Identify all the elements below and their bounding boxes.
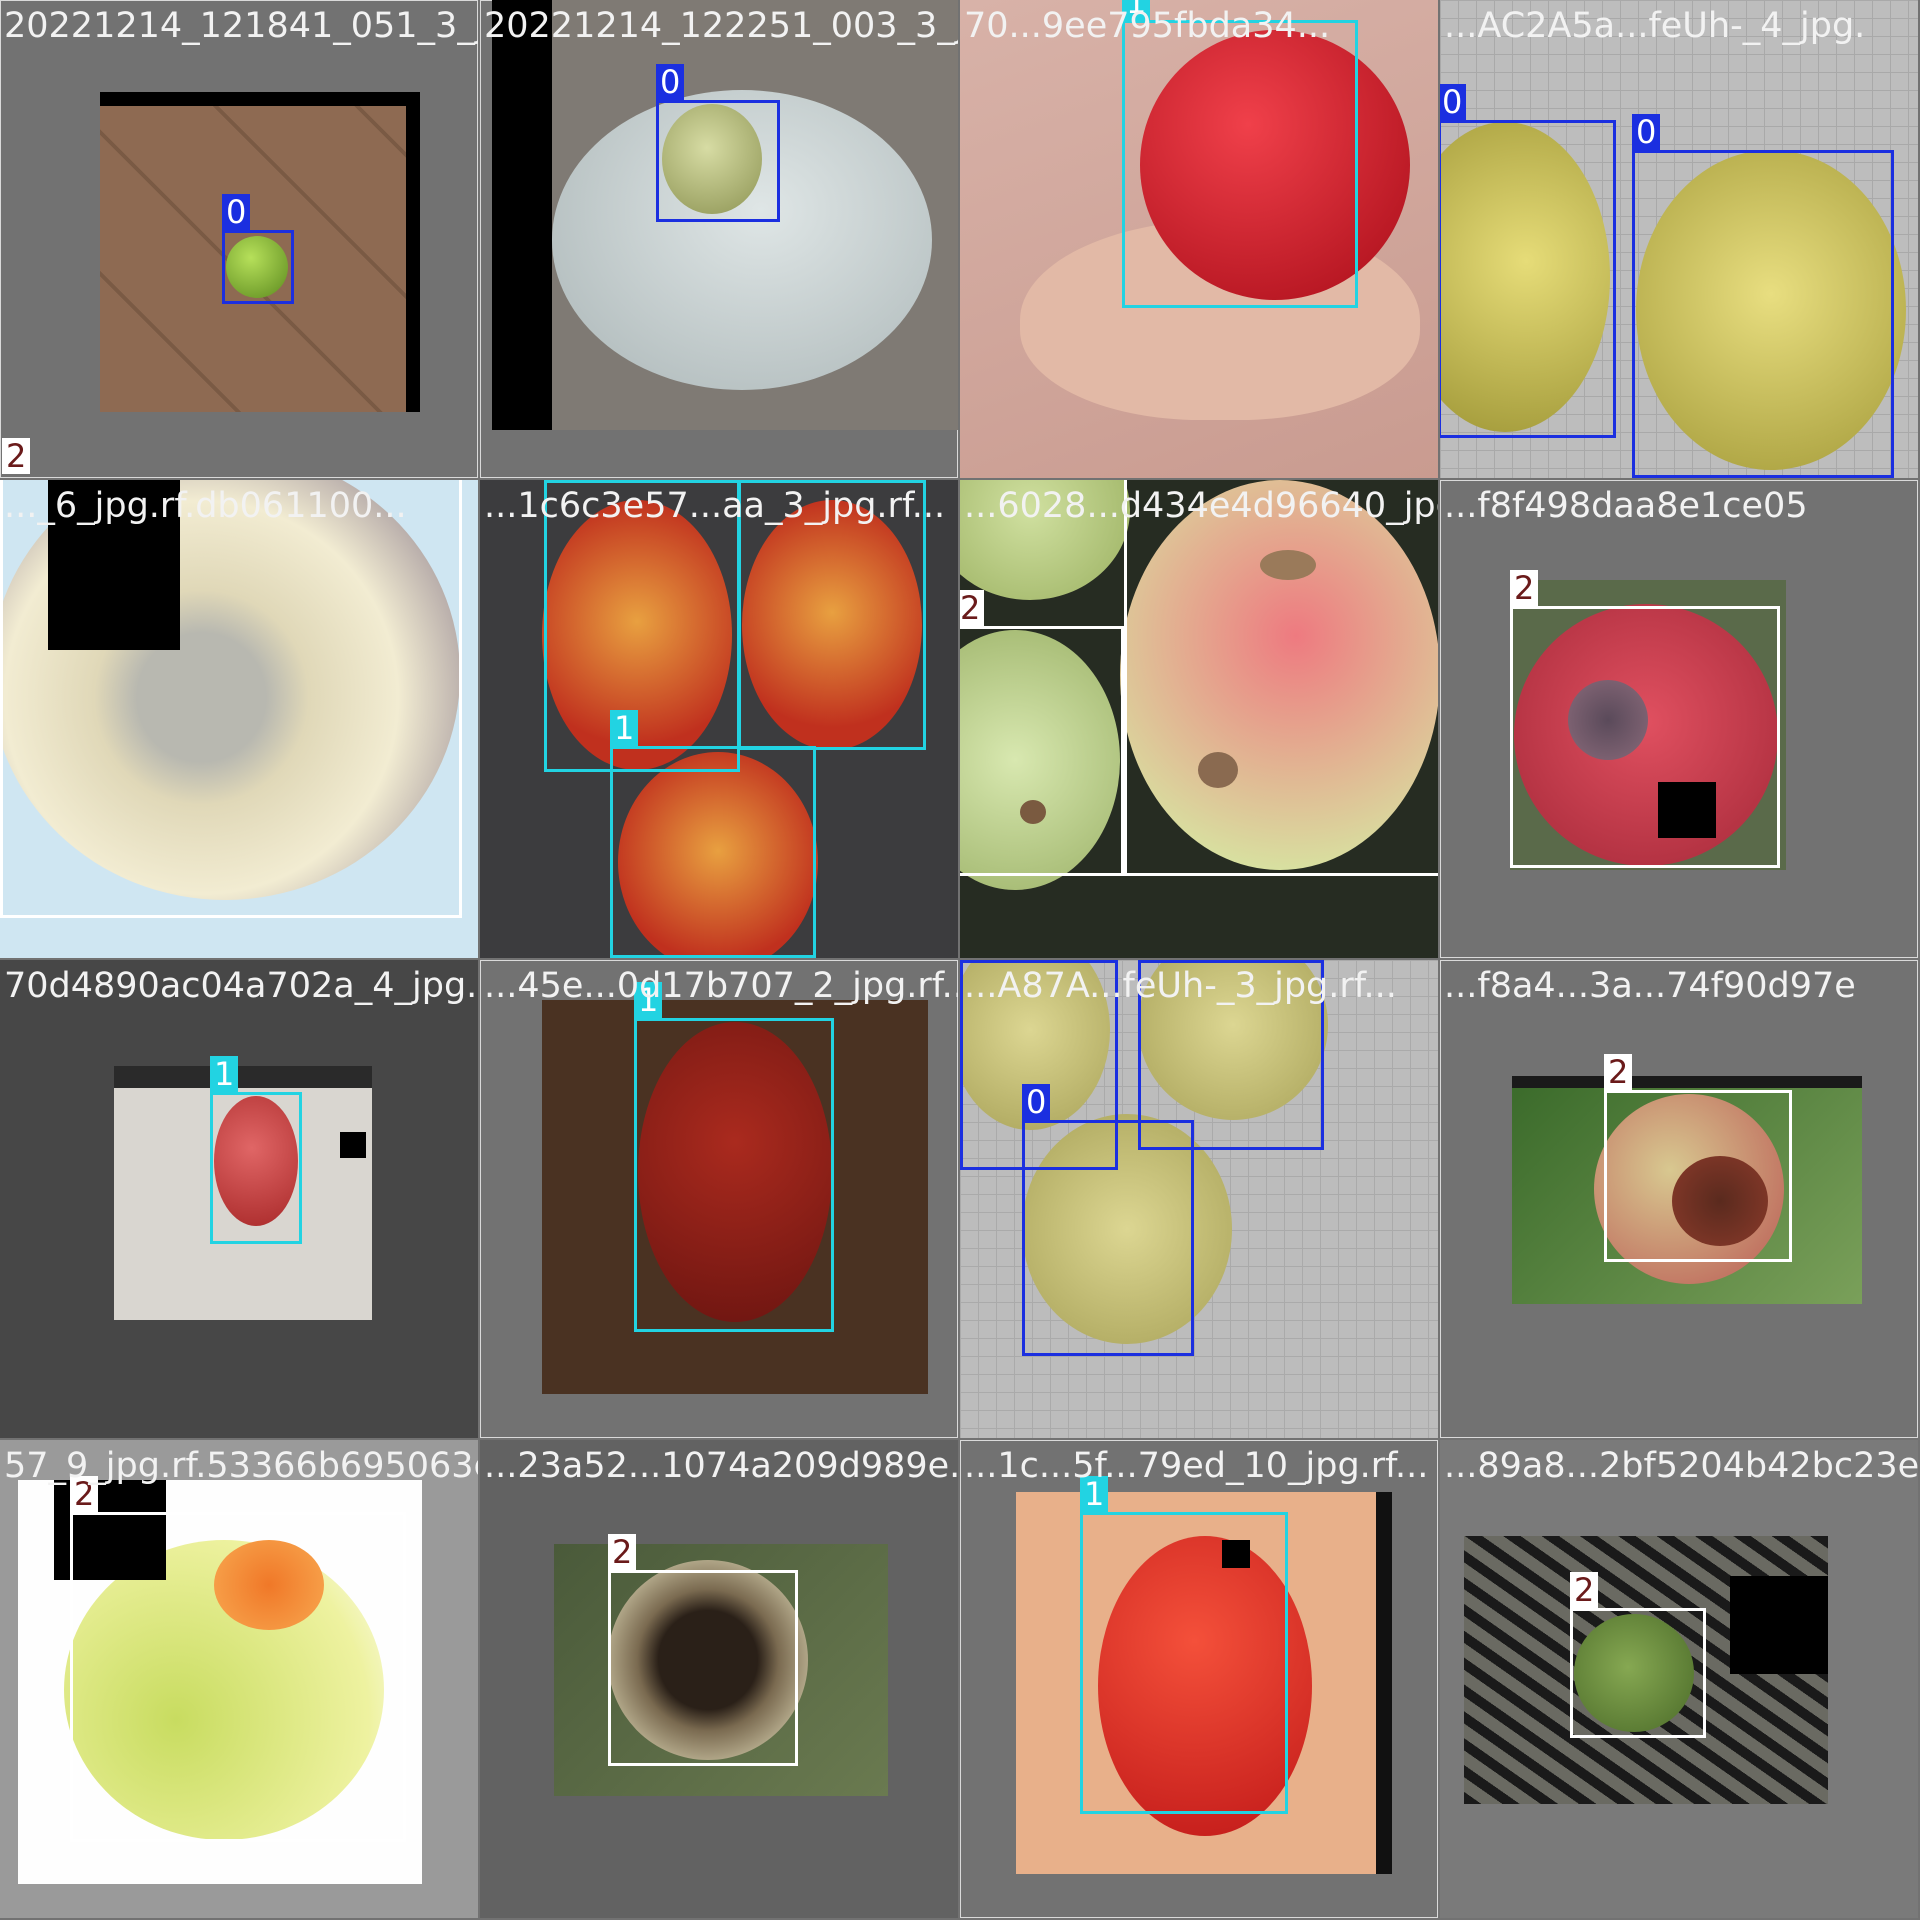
image-filename: ...45e...0d17b707_2_jpg.rf... (484, 966, 958, 1006)
bbox-label: 2 (2, 438, 31, 474)
image-filename: 70d4890ac04a702a_4_jpg.rf... (4, 966, 478, 1006)
bbox-class-0: 0 (1022, 1084, 1194, 1356)
image-filename: ...AC2A5a...feUh-_4_jpg. (1444, 6, 1866, 46)
bbox-class-2: 2 (608, 1534, 798, 1766)
cutout-occlusion (340, 1132, 366, 1158)
bbox-class-1: 1 (1080, 1476, 1288, 1814)
image-filename: ..._6_jpg.rf.db061100... (4, 486, 407, 526)
image-filename: ...f8a4...3a...74f90d97e (1444, 966, 1856, 1006)
image-filename: ...23a52...1074a209d989e... (484, 1446, 958, 1486)
bbox-class-1: 1 (210, 1056, 302, 1244)
bbox-class-1: 1 (1122, 0, 1358, 308)
bbox-class-2: 2 (70, 1476, 406, 1842)
bbox-label: 2 (1570, 1572, 1599, 1608)
bbox-label: 2 (960, 590, 985, 626)
bbox-class-0: 0 (656, 64, 780, 222)
image-filename: ...f8f498daa8e1ce05 (1444, 486, 1808, 526)
image-filename: ...89a8...2bf5204b42bc23e1... (1444, 1446, 1918, 1486)
image-filename: ...1c6c3e57...aa_3_jpg.rf... (484, 486, 946, 526)
bbox-label: 0 (222, 194, 251, 230)
mosaic-tile: 2 57_9_jpg.rf.53366b695063e... (0, 1440, 478, 1918)
bbox-class-2: 2 (1510, 570, 1780, 868)
bbox-class-2: 2 (1124, 480, 1438, 876)
bbox-class-0: 0 (1440, 84, 1616, 438)
bbox-class-1: 1 (610, 710, 816, 958)
bbox-class-0: 0 (1632, 114, 1894, 478)
mosaic-tile: 2 ...f8f498daa8e1ce05 (1440, 480, 1918, 958)
bbox-class-0: 0 (222, 194, 294, 304)
bbox-label: 0 (1632, 114, 1661, 150)
bbox-label: 0 (656, 64, 685, 100)
bbox-label: 2 (1510, 570, 1539, 606)
image-filename: ...A87A...feUh-_3_jpg.rf... (964, 966, 1397, 1006)
mosaic-tile: 1 70d4890ac04a702a_4_jpg.rf... (0, 960, 478, 1438)
mosaic-tile: 0 0 ...AC2A5a...feUh-_4_jpg. (1440, 0, 1918, 478)
mosaic-tile: 2 2 ...6028...d434e4d96640_jpg.rf... (960, 480, 1438, 958)
mosaic-tile: 1 ...45e...0d17b707_2_jpg.rf... (480, 960, 958, 1438)
bbox-class-2: 2 (1604, 1054, 1792, 1262)
mosaic-tile: 0 0 0 ...A87A...feUh-_3_jpg.rf... (960, 960, 1438, 1438)
bbox-class-2: 2 (1570, 1572, 1706, 1738)
bbox-label: 1 (610, 710, 639, 746)
bbox-label: 0 (1022, 1084, 1051, 1120)
image-filename: 70...9ee795fbda34... (964, 6, 1331, 46)
image-filename: ...1c...5f...79ed_10_jpg.rf... (964, 1446, 1429, 1486)
bbox-class-2 (0, 480, 462, 918)
augmentation-mosaic: 0 2 20221214_121841_051_3_jpg.rf.e... 0 … (0, 0, 1920, 1920)
bbox-label: 2 (608, 1534, 637, 1570)
bbox-label: 2 (1604, 1054, 1633, 1090)
mosaic-tile: 1 70...9ee795fbda34... (960, 0, 1438, 478)
mosaic-tile: ..._6_jpg.rf.db061100... (0, 480, 478, 958)
image-filename: ...6028...d434e4d96640_jpg.rf... (964, 486, 1438, 526)
bbox-class-1: 1 (634, 982, 834, 1332)
mosaic-tile: 1 1 1 ...1c6c3e57...aa_3_jpg.rf... (480, 480, 958, 958)
mosaic-tile: 2 ...89a8...2bf5204b42bc23e1... (1440, 1440, 1918, 1918)
image-filename: 20221214_121841_051_3_jpg.rf.e... (4, 6, 478, 46)
bbox-class-2: 2 (960, 590, 1124, 876)
mosaic-tile: 0 20221214_122251_003_3_jpg.rf... (480, 0, 958, 478)
mosaic-tile: 1 ...1c...5f...79ed_10_jpg.rf... (960, 1440, 1438, 1918)
image-filename: 57_9_jpg.rf.53366b695063e... (4, 1446, 478, 1486)
mosaic-tile: 2 ...23a52...1074a209d989e... (480, 1440, 958, 1918)
mosaic-tile: 0 2 20221214_121841_051_3_jpg.rf.e... (0, 0, 478, 478)
bbox-label: 0 (1440, 84, 1467, 120)
bbox-label: 1 (210, 1056, 239, 1092)
mosaic-tile: 2 ...f8a4...3a...74f90d97e (1440, 960, 1918, 1438)
cutout-occlusion (1730, 1576, 1828, 1674)
image-filename: 20221214_122251_003_3_jpg.rf... (484, 6, 958, 46)
